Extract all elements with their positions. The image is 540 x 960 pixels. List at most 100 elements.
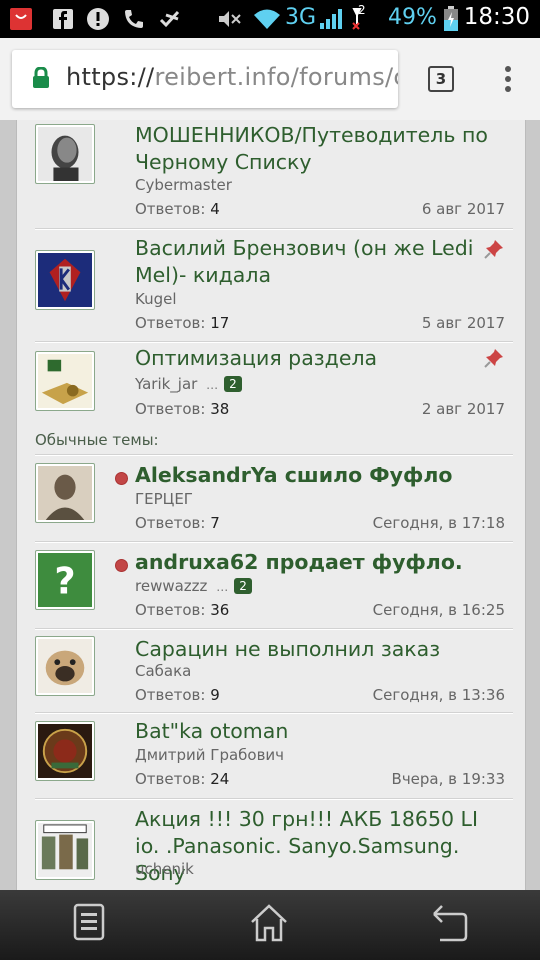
thread-date: Сегодня, в 17:18 <box>372 514 505 532</box>
svg-text:?: ? <box>54 560 75 603</box>
thread-stats: Ответов: 36 Сегодня, в 16:25 <box>135 601 505 619</box>
thread-author: Yarik_jar … 2 <box>135 375 242 393</box>
pin-icon <box>483 238 505 264</box>
replies-label: Ответов: <box>135 770 206 788</box>
check-icon <box>158 7 182 31</box>
row-divider <box>35 712 513 714</box>
replies-count: 7 <box>210 514 220 532</box>
row-divider <box>35 628 513 630</box>
overflow-menu-icon[interactable] <box>498 66 518 96</box>
author-link[interactable]: Yarik_jar <box>135 375 197 393</box>
thread-date: Сегодня, в 13:36 <box>372 686 505 704</box>
back-button[interactable] <box>430 902 470 946</box>
list-item[interactable]: AleksandrYa сшило Фуфло ГЕРЦЕГ Ответов: … <box>35 458 513 538</box>
wifi-icon <box>252 7 282 31</box>
page-link[interactable]: 2 <box>224 376 242 392</box>
alert-icon <box>86 7 110 31</box>
thread-author[interactable]: uchenik <box>135 860 194 878</box>
browser-toolbar: https://reibert.info/forums/ch 3 <box>0 38 540 120</box>
replies-label: Ответов: <box>135 314 206 332</box>
list-item[interactable]: Акция !!! 30 грн!!! АКБ 18650 LI io. .Pa… <box>35 802 513 890</box>
list-item[interactable]: ? andruxa62 продает фуфло. rewwazzz … 2 О… <box>35 545 513 625</box>
home-button[interactable] <box>248 902 290 948</box>
thread-stats: Ответов: 38 2 авг 2017 <box>135 400 505 418</box>
thread-author[interactable]: Дмитрий Грабович <box>135 746 284 764</box>
list-item[interactable]: Сарацин не выполнил заказ Сабака Ответов… <box>35 632 513 712</box>
thread-title[interactable]: Оптимизация раздела <box>135 345 495 372</box>
address-bar[interactable]: https://reibert.info/forums/ch <box>12 50 398 108</box>
list-item[interactable]: МОШЕННИКОВ/Путеводитель по Черному Списк… <box>35 120 513 228</box>
thread-title[interactable]: AleksandrYa сшило Фуфло <box>135 462 495 489</box>
thread-author: rewwazzz … 2 <box>135 577 252 595</box>
store-notification-icon <box>8 7 34 31</box>
battery-percent: 49% <box>388 5 437 30</box>
list-item[interactable]: Bat"ka otoman Дмитрий Грабович Ответов: … <box>35 716 513 796</box>
thread-stats: Ответов: 9 Сегодня, в 13:36 <box>135 686 505 704</box>
avatar[interactable] <box>35 721 95 781</box>
thread-date: Сегодня, в 16:25 <box>372 601 505 619</box>
page-link[interactable]: 2 <box>234 578 252 594</box>
url-text: https://reibert.info/forums/ch <box>66 63 398 91</box>
replies-count: 4 <box>210 200 220 218</box>
system-navigation-bar <box>0 890 540 960</box>
recent-apps-button[interactable] <box>72 902 106 946</box>
thread-stats: Ответов: 7 Сегодня, в 17:18 <box>135 514 505 532</box>
row-divider <box>35 798 513 800</box>
thread-title[interactable]: Bat"ka otoman <box>135 718 495 745</box>
avatar[interactable] <box>35 636 95 696</box>
facebook-icon <box>52 7 74 31</box>
section-heading: Обычные темы: <box>35 431 159 449</box>
replies-count: 9 <box>210 686 220 704</box>
avatar[interactable] <box>35 124 95 184</box>
replies-count: 24 <box>210 770 230 788</box>
thread-stats: Ответов: 4 6 авг 2017 <box>135 200 505 218</box>
replies-count: 17 <box>210 314 230 332</box>
thread-date: 6 авг 2017 <box>421 200 505 218</box>
lock-icon <box>32 66 50 93</box>
unread-indicator <box>115 559 128 572</box>
thread-list: МОШЕННИКОВ/Путеводитель по Черному Списк… <box>16 120 526 890</box>
signal-icon <box>318 7 344 31</box>
row-divider <box>35 541 513 543</box>
page-ellipsis: … <box>216 580 229 594</box>
avatar[interactable] <box>35 250 95 310</box>
avatar[interactable]: ? <box>35 550 95 610</box>
thread-date: 2 авг 2017 <box>421 400 505 418</box>
thread-date: Вчера, в 19:33 <box>391 770 505 788</box>
list-item[interactable]: Оптимизация раздела Yarik_jar … 2 Ответов… <box>35 343 513 423</box>
thread-stats: Ответов: 17 5 авг 2017 <box>135 314 505 332</box>
replies-count: 38 <box>210 400 230 418</box>
avatar[interactable] <box>35 351 95 411</box>
replies-label: Ответов: <box>135 514 206 532</box>
replies-label: Ответов: <box>135 601 206 619</box>
replies-label: Ответов: <box>135 400 206 418</box>
avatar[interactable] <box>35 820 95 880</box>
author-link[interactable]: rewwazzz <box>135 577 207 595</box>
list-item[interactable]: Василий Брензович (он же Ledi Mel)- кида… <box>35 230 513 338</box>
status-bar: 3G 2 49% 18:30 <box>0 0 540 38</box>
thread-title[interactable]: Сарацин не выполнил заказ <box>135 636 495 663</box>
url-scheme: https:// <box>66 63 155 91</box>
row-divider <box>35 454 513 456</box>
replies-label: Ответов: <box>135 200 206 218</box>
thread-title[interactable]: Василий Брензович (он же Ledi Mel)- кида… <box>135 235 495 289</box>
tab-switcher-button[interactable]: 3 <box>428 66 454 92</box>
replies-label: Ответов: <box>135 686 206 704</box>
thread-author[interactable]: Сабака <box>135 662 191 680</box>
clock: 18:30 <box>463 4 530 30</box>
pin-icon <box>483 347 505 373</box>
mute-icon <box>216 7 242 31</box>
replies-count: 36 <box>210 601 230 619</box>
thread-author[interactable]: ГЕРЦЕГ <box>135 490 193 508</box>
network-type: 3G <box>285 5 317 30</box>
call-forward-icon <box>122 7 146 31</box>
thread-title[interactable]: МОШЕННИКОВ/Путеводитель по Черному Списк… <box>135 122 495 176</box>
page-content: МОШЕННИКОВ/Путеводитель по Черному Списк… <box>0 120 540 890</box>
thread-title[interactable]: andruxa62 продает фуфло. <box>135 549 495 576</box>
avatar[interactable] <box>35 463 95 523</box>
battery-icon <box>442 6 460 31</box>
signal-sim-number: 2 <box>358 3 366 17</box>
thread-author[interactable]: Cybermaster <box>135 176 232 194</box>
thread-author[interactable]: Kugel <box>135 290 177 308</box>
thread-stats: Ответов: 24 Вчера, в 19:33 <box>135 770 505 788</box>
